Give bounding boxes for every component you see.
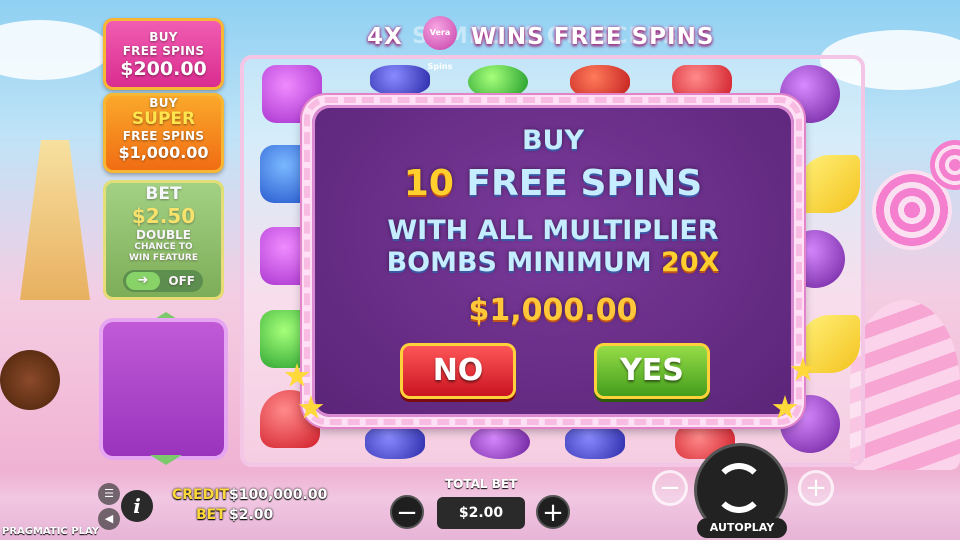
min-multiplier: 20X xyxy=(661,247,720,278)
decrease-bet-button[interactable]: − xyxy=(390,495,424,529)
bet-value-bottom: $2.00 xyxy=(229,507,274,523)
bet-label: BET xyxy=(145,184,182,204)
spins-count: 10 xyxy=(403,163,454,204)
heart-candy-symbol xyxy=(672,65,732,99)
menu-icon[interactable]: ☰ xyxy=(98,483,120,505)
autoplay-button[interactable]: AUTOPLAY xyxy=(697,518,787,538)
increase-bet-button[interactable]: + xyxy=(536,495,570,529)
bet-label-bottom: BET xyxy=(196,507,226,523)
total-bet-value: $2.00 xyxy=(437,497,525,529)
chocolate-decoration xyxy=(0,350,60,410)
sound-icon[interactable]: ◀ xyxy=(98,508,120,530)
cloud-decoration xyxy=(0,20,110,80)
grapes-symbol xyxy=(365,425,425,459)
dialog-body: BUY 10 FREE SPINS WITH ALL MULTIPLIER BO… xyxy=(312,105,794,417)
banana-symbol xyxy=(800,315,860,373)
buy-free-spins-line2: FREE SPINS xyxy=(122,44,205,58)
buy-super-price: $1,000.00 xyxy=(118,143,209,162)
buy-free-spins-price: $200.00 xyxy=(120,58,207,80)
buy-super-line1: BUY xyxy=(149,96,178,110)
double-chance-toggle[interactable]: ➜ OFF xyxy=(123,270,203,292)
banner-wins-text: WINS FREE SPINS xyxy=(471,24,715,50)
dialog-spins-line: 10 FREE SPINS xyxy=(312,163,794,204)
grapes-symbol xyxy=(370,65,430,95)
ice-cream-cone-decoration xyxy=(20,140,90,300)
plus-ghost-button[interactable]: + xyxy=(798,470,834,506)
top-banner: SYMBOLS ON SCREEN 4X Vera Spins WINS FRE… xyxy=(245,16,865,71)
green-candy-symbol xyxy=(468,65,528,99)
cream-swirl-decoration xyxy=(850,300,960,470)
win-feature-label: WIN FEATURE xyxy=(128,253,199,263)
candy-badge-icon: Vera Spins xyxy=(423,16,457,71)
info-button[interactable]: i xyxy=(121,490,153,522)
credit-label: CREDIT xyxy=(172,487,229,503)
double-chance-panel: BET $2.50 DOUBLE CHANCE TO WIN FEATURE ➜… xyxy=(103,180,224,300)
banana-symbol xyxy=(800,155,860,213)
buy-super-line3: FREE SPINS xyxy=(122,129,205,143)
brand-logo: PRAGMATIC PLAY xyxy=(2,526,99,537)
grapes-symbol xyxy=(565,425,625,459)
yes-button[interactable]: YES xyxy=(594,343,710,399)
buy-super-line2: SUPER xyxy=(131,109,196,129)
spins-label: FREE SPINS xyxy=(466,163,703,204)
total-bet-label: TOTAL BET xyxy=(445,477,518,491)
toggle-state-label: OFF xyxy=(168,274,195,288)
triangle-down-icon xyxy=(150,455,182,465)
dialog-bombs-line: BOMBS MINIMUM 20X xyxy=(312,247,794,278)
apple-symbol xyxy=(570,65,630,99)
dialog-price: $1,000.00 xyxy=(468,293,638,328)
chance-label: CHANCE TO xyxy=(134,242,193,252)
banner-multiplier-text: 4X xyxy=(367,24,403,50)
arrow-right-icon: ➜ xyxy=(126,272,160,290)
buy-free-spins-line1: BUY xyxy=(149,30,178,44)
credit-value: $100,000.00 xyxy=(229,487,328,503)
buy-free-spins-button[interactable]: BUY FREE SPINS $200.00 xyxy=(103,18,224,90)
plum-symbol xyxy=(470,425,530,459)
double-label: DOUBLE xyxy=(136,228,191,242)
dialog-multiplier-text: WITH ALL MULTIPLIER xyxy=(387,215,719,246)
multiplier-display-panel xyxy=(103,322,224,456)
spin-arrows-icon xyxy=(714,463,764,513)
dialog-buy-text: BUY xyxy=(521,125,585,156)
buy-confirmation-dialog: BUY 10 FREE SPINS WITH ALL MULTIPLIER BO… xyxy=(284,95,816,427)
minus-ghost-button[interactable]: − xyxy=(652,470,688,506)
triangle-up-icon xyxy=(150,312,182,322)
bombs-text: BOMBS MINIMUM xyxy=(386,247,652,278)
buy-super-free-spins-button[interactable]: BUY SUPER FREE SPINS $1,000.00 xyxy=(103,93,224,173)
bet-amount: $2.50 xyxy=(131,204,196,228)
no-button[interactable]: NO xyxy=(400,343,516,399)
